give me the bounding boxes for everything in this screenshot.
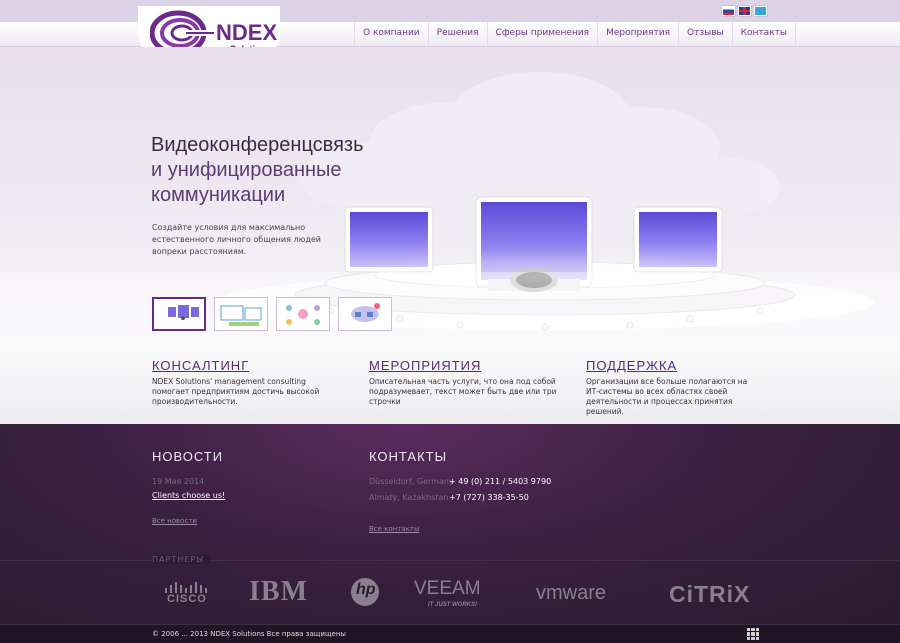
feature-consulting-text: NDEX Solutions' management consulting по… (152, 377, 320, 406)
contact-city-1: Düsseldorf, Germany (369, 477, 454, 486)
grid-icon[interactable] (747, 628, 759, 640)
contacts-title: КОНТАКТЫ (369, 449, 448, 464)
nav-solutions[interactable]: Решения (427, 22, 487, 46)
feature-support-title[interactable]: ПОДДЕРЖКА (586, 358, 761, 373)
slider-thumbnails (152, 297, 392, 331)
partner-cisco[interactable]: CISCO (163, 579, 213, 609)
news-link[interactable]: Clients choose us! (152, 491, 225, 500)
contact-city-2: Almaty, Kazakhstan (369, 493, 449, 502)
feature-support: ПОДДЕРЖКА Организации все больше полагаю… (586, 358, 761, 417)
copyright-bar: © 2006 ... 2013 NDEX Solutions Все права… (0, 624, 900, 643)
hero-title-line-1: Видеоконференцсвязь (151, 134, 364, 156)
language-flags (722, 6, 767, 16)
cisco-logo-text: CISCO (167, 593, 207, 605)
footer: НОВОСТИ 19 Мая 2014 Clients choose us! В… (0, 424, 900, 624)
hp-logo-text: hp (356, 581, 376, 598)
hero-title: Видеоконференцсвязь и унифицированные ко… (151, 133, 411, 208)
partner-hp[interactable]: hp (351, 578, 379, 606)
feature-consulting-title[interactable]: КОНСАЛТИНГ (152, 358, 342, 373)
partner-ibm[interactable]: IBM (249, 576, 308, 608)
nav-contacts[interactable]: Контакты (731, 22, 796, 46)
contact-phone-2: +7 (727) 338-35-50 (449, 493, 529, 502)
partners-label: ПАРТНЕРЫ (152, 555, 211, 564)
hero-title-line-2: и унифицированные (151, 159, 342, 181)
all-news-link[interactable]: Все новости (152, 517, 197, 525)
partner-veeam[interactable]: VEEAM IT JUST WORKS! (414, 578, 488, 612)
all-contacts-link[interactable]: Все контакты (369, 525, 419, 533)
hero-banner: Видеоконференцсвязь и унифицированные ко… (0, 47, 900, 344)
nav-reviews[interactable]: Отзывы (678, 22, 732, 46)
logo-name: NDEX (216, 20, 278, 45)
hero-illustration (0, 72, 900, 344)
partner-citrix[interactable]: CiTRiX (669, 581, 750, 608)
copyright-text: © 2006 ... 2013 NDEX Solutions Все права… (152, 630, 346, 638)
veeam-tagline: IT JUST WORKS! (428, 602, 477, 608)
feature-events: МЕРОПРИЯТИЯ Описательная часть услуги, ч… (369, 358, 559, 407)
feature-events-text: Описательная часть услуги, что она под с… (369, 377, 557, 406)
feature-support-text: Организации все больше полагаются на ИТ-… (586, 377, 748, 416)
slider-thumb-4[interactable] (338, 297, 392, 331)
nav-events[interactable]: Мероприятия (597, 22, 678, 46)
partners-divider (0, 560, 900, 561)
feature-consulting: КОНСАЛТИНГ NDEX Solutions' management co… (152, 358, 342, 407)
main-nav: О компании Решения Сферы применения Меро… (354, 22, 796, 46)
hero-description: Создайте условия для максимально естеств… (152, 223, 321, 256)
feature-events-title[interactable]: МЕРОПРИЯТИЯ (369, 358, 559, 373)
news-date: 19 Мая 2014 (152, 477, 205, 486)
features-section: КОНСАЛТИНГ NDEX Solutions' management co… (0, 344, 900, 424)
slider-thumb-1[interactable] (152, 297, 206, 331)
en-flag-icon[interactable] (738, 6, 751, 16)
cisco-bars-icon (165, 582, 207, 593)
ru-flag-icon[interactable] (722, 6, 735, 16)
partner-vmware[interactable]: vmware (536, 582, 606, 605)
news-title: НОВОСТИ (152, 449, 224, 464)
hero-title-line-3: коммуникации (151, 184, 286, 206)
veeam-logo-text: VEEAM (414, 578, 481, 599)
nav-about[interactable]: О компании (354, 22, 428, 46)
nav-applications[interactable]: Сферы применения (486, 22, 598, 46)
kz-flag-icon[interactable] (754, 6, 767, 16)
page: NDEX Solutions О компании Решения Сферы … (0, 0, 900, 643)
slider-thumb-3[interactable] (276, 297, 330, 331)
slider-thumb-2[interactable] (214, 297, 268, 331)
contact-phone-1: + 49 (0) 211 / 5403 9790 (449, 477, 552, 486)
